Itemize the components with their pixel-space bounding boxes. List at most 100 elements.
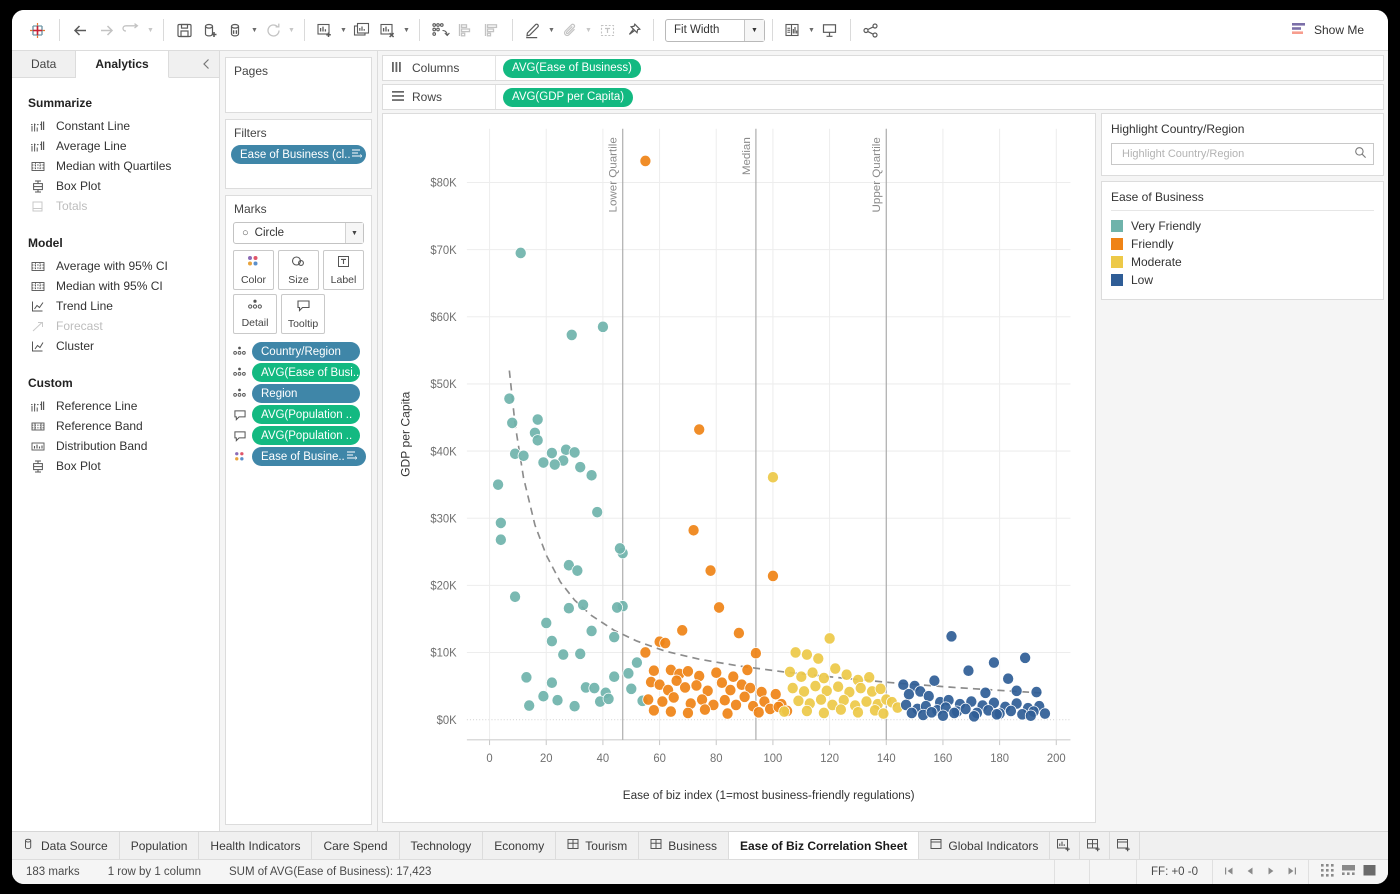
data-point[interactable] [546,676,558,689]
data-point[interactable] [494,533,507,546]
filters-card[interactable]: Filters Ease of Business (cl.. [225,119,372,189]
analytics-item-median-with-95-ci[interactable]: Median with 95% CI [12,276,219,296]
data-point[interactable] [990,708,1003,721]
data-point[interactable] [503,392,516,405]
data-point[interactable] [778,705,791,718]
data-point[interactable] [492,478,504,491]
filter-pill-ease-of-business[interactable]: Ease of Business (cl.. [231,145,366,164]
new-story-tab-button[interactable] [1110,832,1141,859]
data-point[interactable] [829,662,842,675]
data-point[interactable] [568,700,581,713]
legend-item[interactable]: Low [1111,271,1374,289]
data-point[interactable] [1039,707,1051,720]
filter-pill-icon[interactable] [351,148,362,161]
tableau-logo-icon[interactable] [22,17,52,43]
next-page-icon[interactable] [1266,866,1276,878]
data-point[interactable] [659,637,672,650]
data-point[interactable] [571,564,584,577]
data-point[interactable] [514,246,527,260]
data-point[interactable] [562,602,575,615]
data-point[interactable] [540,616,553,630]
search-icon[interactable] [1354,146,1367,162]
analytics-item-average-line[interactable]: Average Line [12,136,219,156]
data-point[interactable] [551,694,564,707]
data-point[interactable] [608,670,621,683]
analytics-item-distribution-band[interactable]: Distribution Band [12,436,219,456]
tab-analytics[interactable]: Analytics [76,51,169,78]
data-point[interactable] [801,648,813,661]
data-point[interactable] [591,506,604,519]
data-point[interactable] [546,446,558,460]
sheet-tab-tourism[interactable]: Tourism [556,832,640,859]
data-point[interactable] [738,690,751,703]
data-point[interactable] [679,681,691,694]
columns-shelf-content[interactable]: AVG(Ease of Business) [496,56,1383,80]
new-worksheet-caret[interactable]: ▼ [338,18,349,42]
data-point[interactable] [724,684,737,697]
analytics-item-cluster[interactable]: Cluster [12,336,219,356]
data-point[interactable] [925,706,938,719]
data-point[interactable] [602,692,615,705]
data-point[interactable] [1010,684,1023,697]
data-point[interactable] [832,680,845,693]
data-point[interactable] [945,630,958,643]
sheet-tab-data-source[interactable]: Data Source [12,832,120,859]
rows-shelf[interactable]: Rows AVG(GDP per Capita) [382,84,1384,110]
data-point[interactable] [852,706,864,719]
data-point[interactable] [903,688,915,701]
data-point[interactable] [648,664,660,677]
data-point[interactable] [818,706,830,720]
data-point[interactable] [854,682,867,695]
data-point[interactable] [704,564,717,577]
data-point[interactable] [494,516,507,529]
data-point[interactable] [905,706,918,720]
data-point[interactable] [639,646,652,659]
data-point[interactable] [1019,651,1032,664]
new-dashboard-tab-button[interactable] [1080,832,1111,859]
presentation-icon[interactable] [817,17,843,43]
analytics-item-reference-band[interactable]: Reference Band [12,416,219,436]
analytics-item-forecast[interactable]: Forecast [12,316,219,336]
data-point[interactable] [795,670,808,683]
data-point[interactable] [874,682,887,695]
grid-view-icon[interactable] [1321,864,1334,880]
analytics-item-trend-line[interactable]: Trend Line [12,296,219,316]
data-point[interactable] [568,446,581,459]
detail-button[interactable]: Detail [233,294,277,334]
sheet-tab-business[interactable]: Business [639,832,729,859]
data-point[interactable] [1024,709,1037,722]
size-button[interactable]: Size [278,250,319,290]
duplicate-sheet-icon[interactable] [349,17,375,43]
pause-dropdown-caret[interactable]: ▼ [249,18,260,42]
analytics-item-constant-line[interactable]: Constant Line [12,116,219,136]
data-point[interactable] [699,703,711,716]
first-page-icon[interactable] [1224,866,1234,878]
data-point[interactable] [937,709,949,722]
textbox-icon[interactable] [594,17,620,43]
data-point[interactable] [710,666,723,679]
data-point[interactable] [806,666,819,679]
clear-sheet-caret[interactable]: ▼ [401,18,412,42]
data-point[interactable] [574,461,587,474]
cards-caret[interactable]: ▼ [806,18,817,42]
split-view-icon[interactable] [1342,864,1355,880]
new-worksheet-icon[interactable] [312,17,338,43]
previous-page-icon[interactable] [1245,866,1255,878]
data-point[interactable] [784,665,796,679]
paperclip-icon[interactable] [557,17,583,43]
data-point[interactable] [639,154,652,168]
data-point[interactable] [809,680,822,693]
sheet-tab-global-indicators[interactable]: Global Indicators [919,832,1051,859]
data-point[interactable] [801,704,813,718]
marks-pill-ease-of-business-color[interactable]: Ease of Busine.. [252,447,366,466]
undo-loop-icon[interactable] [119,17,145,43]
data-point[interactable] [682,665,694,678]
data-point[interactable] [664,705,677,718]
data-point[interactable] [823,632,836,645]
data-point[interactable] [835,703,847,716]
pin-icon[interactable] [620,17,646,43]
data-point[interactable] [818,672,830,685]
refresh-icon[interactable] [260,17,286,43]
data-point[interactable] [537,456,550,469]
data-point[interactable] [608,631,621,644]
